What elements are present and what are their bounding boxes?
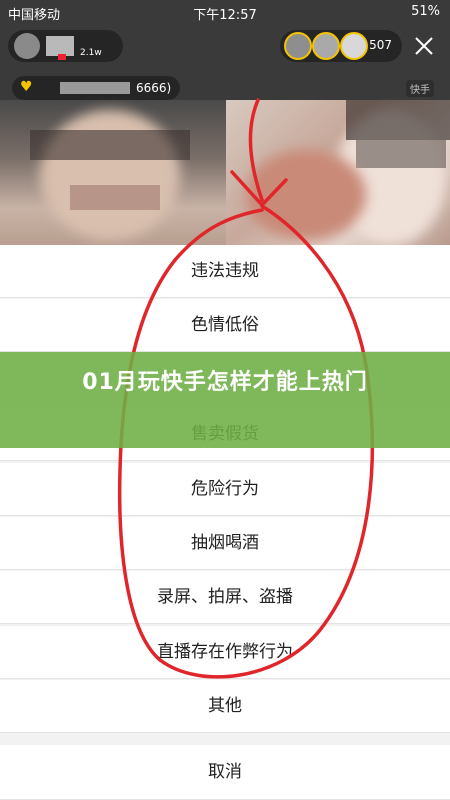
avatar[interactable] bbox=[14, 33, 40, 59]
report-option[interactable]: 违法违规 bbox=[0, 245, 450, 298]
banner-title: 01月玩快手怎样才能上热门 bbox=[82, 370, 368, 395]
anchor-info[interactable]: 2.1w bbox=[8, 30, 123, 62]
cancel-button[interactable]: 取消 bbox=[0, 745, 450, 800]
id-blurred bbox=[60, 82, 130, 94]
anchor-likes: 2.1w bbox=[80, 48, 102, 58]
user-id-pill: ♥ 6666) bbox=[12, 76, 180, 100]
title-banner: 01月玩快手怎样才能上热门 bbox=[0, 352, 450, 448]
app-watermark: 快手 bbox=[406, 80, 434, 97]
anchor-name-blurred bbox=[46, 36, 74, 56]
status-bar: 中国移动 下午12:57 51% bbox=[0, 0, 450, 24]
video-feed-right bbox=[226, 100, 450, 245]
video-feed-left bbox=[0, 100, 226, 245]
viewer-list[interactable]: 507 bbox=[280, 30, 402, 62]
close-icon[interactable] bbox=[410, 32, 438, 60]
viewer-count: 507 bbox=[369, 38, 392, 52]
report-option[interactable]: 录屏、拍屏、盗播 bbox=[0, 571, 450, 624]
viewer-avatar[interactable] bbox=[340, 32, 368, 60]
heart-icon: ♥ bbox=[20, 79, 33, 95]
report-option[interactable]: 其他 bbox=[0, 680, 450, 733]
live-stream-area: 中国移动 下午12:57 51% 2.1w 507 ♥ 6666) 快手 bbox=[0, 0, 450, 245]
report-option[interactable]: 色情低俗 bbox=[0, 299, 450, 352]
battery-level: 51% bbox=[411, 4, 440, 19]
report-sheet: 违法违规 色情低俗 售卖假货 危险行为 抽烟喝酒 录屏、拍屏、盗播 直播存在作弊… bbox=[0, 245, 450, 800]
clock: 下午12:57 bbox=[193, 8, 257, 23]
report-option[interactable]: 抽烟喝酒 bbox=[0, 517, 450, 570]
viewer-avatar[interactable] bbox=[312, 32, 340, 60]
user-id-suffix: 6666) bbox=[136, 81, 172, 95]
report-option[interactable]: 危险行为 bbox=[0, 463, 450, 516]
viewer-avatar[interactable] bbox=[284, 32, 312, 60]
anchor-badge bbox=[58, 54, 66, 60]
report-option[interactable]: 直播存在作弊行为 bbox=[0, 626, 450, 679]
